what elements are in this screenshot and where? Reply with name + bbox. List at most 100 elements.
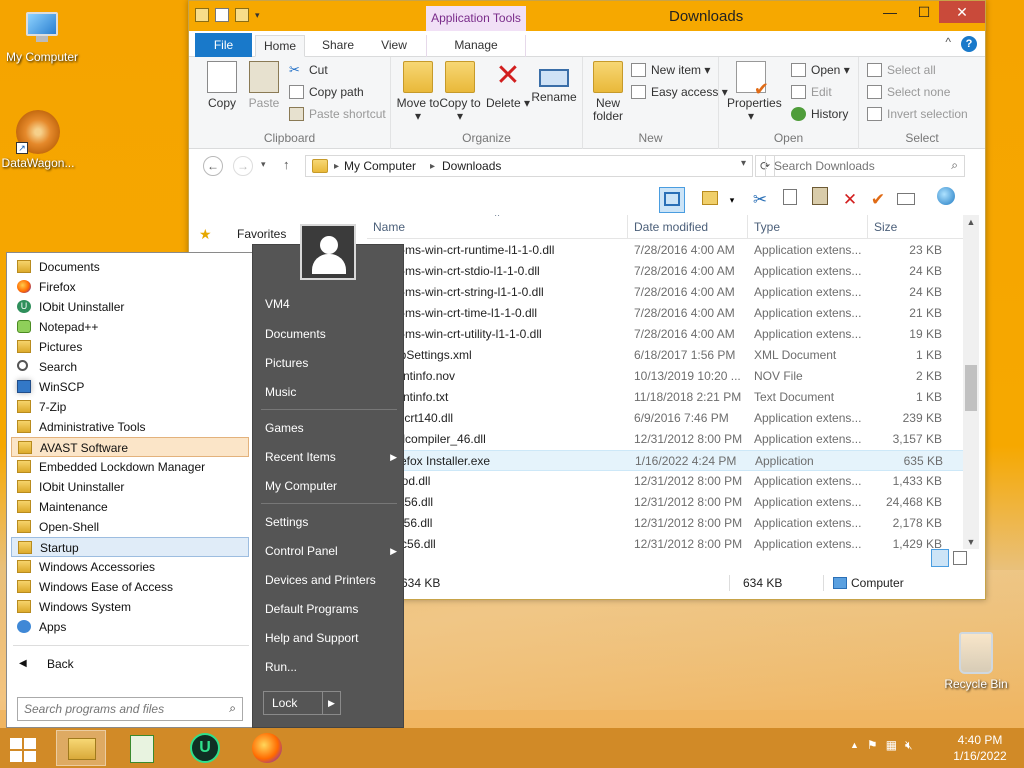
start-my-computer[interactable]: My Computer — [265, 475, 397, 497]
move-to-button[interactable]: Move to ▾ — [395, 61, 441, 123]
breadcrumb-my-computer[interactable]: My Computer — [344, 159, 416, 173]
tab-file[interactable]: File — [195, 33, 252, 57]
start-program-item[interactable]: Notepad++ — [11, 317, 249, 337]
search-input[interactable] — [766, 156, 966, 176]
lock-button[interactable]: Lock ▶ — [263, 691, 341, 715]
network-globe-icon[interactable] — [933, 187, 959, 213]
network-icon[interactable]: ▦ — [886, 738, 897, 753]
desktop-icon-recycle-bin[interactable]: Recycle Bin — [934, 632, 1018, 691]
start-program-item[interactable]: Embedded Lockdown Manager — [11, 457, 249, 477]
copy-to-button[interactable]: Copy to ▾ — [437, 61, 483, 123]
action-center-flag-icon[interactable]: ⚑ — [867, 738, 878, 753]
desktop-icon-my-computer[interactable]: My Computer — [0, 12, 84, 64]
file-row[interactable]: concrt140.dll 6/9/2016 7:46 PM Application… — [367, 408, 967, 429]
start-program-item[interactable]: IObit Uninstaller — [11, 477, 249, 497]
cut-icon[interactable]: ✂ — [747, 187, 773, 213]
back-button[interactable]: ◀ Back — [19, 657, 74, 671]
up-arrow-icon[interactable]: ↑ — [283, 157, 290, 172]
scroll-down-icon[interactable]: ▼ — [963, 537, 979, 547]
select-none-button[interactable]: Select none — [867, 83, 950, 101]
start-search-input[interactable] — [18, 698, 218, 720]
nav-favorites[interactable]: Favorites — [237, 227, 286, 241]
delete-button[interactable]: ✕ Delete ▾ — [485, 61, 531, 110]
history-button[interactable]: History — [791, 105, 848, 123]
forward-arrow-icon[interactable]: → — [233, 156, 253, 176]
start-program-item[interactable]: U IObit Uninstaller — [11, 297, 249, 317]
new-item-button[interactable]: New item ▾ — [631, 61, 710, 79]
start-program-item[interactable]: Apps — [11, 617, 249, 637]
tab-share[interactable]: Share — [313, 35, 363, 57]
taskbar-clock[interactable]: 4:40 PM 1/16/2022 — [940, 732, 1020, 764]
file-row[interactable]: d3dcompiler_46.dll 12/31/2012 8:00 PM Appl… — [367, 429, 967, 450]
show-hidden-icons-chevron-icon[interactable]: ▲ — [850, 738, 859, 753]
file-row[interactable]: api-ms-win-crt-runtime-l1-1-0.dll 7/28/20… — [367, 240, 967, 261]
file-list-scrollbar[interactable]: ▲ ▼ — [963, 215, 979, 549]
email-icon[interactable] — [893, 187, 919, 213]
start-program-item[interactable]: WinSCP — [11, 377, 249, 397]
start-program-item[interactable]: Windows Accessories — [11, 557, 249, 577]
lock-options-arrow-icon[interactable]: ▶ — [322, 692, 340, 714]
column-type[interactable]: Type — [754, 220, 780, 234]
user-avatar[interactable] — [300, 224, 356, 280]
start-program-item[interactable]: 7-Zip — [11, 397, 249, 417]
taskbar-file-explorer[interactable] — [56, 730, 106, 766]
file-row[interactable]: api-ms-win-crt-string-l1-1-0.dll 7/28/201… — [367, 282, 967, 303]
column-name[interactable]: Name — [373, 220, 405, 234]
start-program-item[interactable]: Maintenance — [11, 497, 249, 517]
file-row[interactable]: Firefox Installer.exe 1/16/2022 4:24 PM Ap… — [367, 450, 967, 471]
file-row[interactable]: AppSettings.xml 6/18/2017 1:56 PM XML Docu… — [367, 345, 967, 366]
cut-button[interactable]: ✂ Cut — [289, 61, 328, 79]
customize-qa-chevron-icon[interactable]: ▾ — [255, 10, 260, 21]
start-games[interactable]: Games — [265, 417, 397, 439]
file-row[interactable]: iudt56.dll 12/31/2012 8:00 PM Application … — [367, 492, 967, 513]
delete-icon[interactable]: ✕ — [837, 187, 863, 213]
start-program-item[interactable]: Administrative Tools — [11, 417, 249, 437]
toolbar-dropdown-chevron-icon[interactable]: ▾ — [719, 187, 745, 213]
start-control-panel[interactable]: Control Panel ▶ — [265, 540, 397, 562]
taskbar-iobit-uninstaller[interactable]: U — [180, 730, 230, 766]
folder-icon[interactable] — [195, 8, 209, 22]
start-program-item[interactable]: Search — [11, 357, 249, 377]
user-name[interactable]: VM4 — [265, 293, 397, 315]
start-music[interactable]: Music — [265, 381, 397, 403]
breadcrumb-downloads[interactable]: Downloads — [442, 159, 501, 173]
start-default-programs[interactable]: Default Programs — [265, 598, 397, 620]
tab-home[interactable]: Home — [255, 35, 305, 57]
file-row[interactable]: iuin56.dll 12/31/2012 8:00 PM Application … — [367, 513, 967, 534]
start-program-item[interactable]: Documents — [11, 257, 249, 277]
select-all-button[interactable]: Select all — [867, 61, 936, 79]
column-size[interactable]: Size — [874, 220, 897, 234]
file-row[interactable]: iuuc56.dll 12/31/2012 8:00 PM Application … — [367, 534, 967, 555]
easy-access-button[interactable]: Easy access ▾ — [631, 83, 728, 101]
copy-button[interactable]: Copy — [199, 61, 245, 110]
details-view-icon[interactable] — [931, 549, 949, 567]
large-icons-view-icon[interactable] — [953, 551, 967, 565]
preview-pane-icon[interactable] — [659, 187, 685, 213]
file-row[interactable]: api-ms-win-crt-utility-l1-1-0.dll 7/28/20… — [367, 324, 967, 345]
tab-view[interactable]: View — [369, 35, 419, 57]
recent-locations-chevron-icon[interactable]: ▾ — [261, 159, 266, 170]
start-program-item[interactable]: Windows System — [11, 597, 249, 617]
copy-icon[interactable] — [777, 187, 803, 213]
volume-muted-icon[interactable]: 🔇︎ — [905, 738, 913, 753]
back-arrow-icon[interactable]: ← — [203, 156, 223, 176]
address-dropdown-chevron-icon[interactable]: ▾ — [741, 158, 746, 169]
desktop-icon-datawagon[interactable]: ↗ DataWagon... — [0, 110, 80, 170]
start-help-support[interactable]: Help and Support — [265, 627, 397, 649]
properties-icon[interactable] — [215, 8, 229, 22]
help-icon[interactable]: ? — [961, 36, 977, 52]
start-program-item[interactable]: Open-Shell — [11, 517, 249, 537]
start-program-item[interactable]: Startup — [11, 537, 249, 557]
close-button[interactable]: ✕ — [939, 1, 985, 23]
file-row[interactable]: hmod.dll 12/31/2012 8:00 PM Application ex… — [367, 471, 967, 492]
start-run[interactable]: Run... — [265, 656, 397, 678]
copy-path-button[interactable]: Copy path — [289, 83, 364, 101]
edit-button[interactable]: Edit — [791, 83, 832, 101]
new-folder-button[interactable]: New folder — [585, 61, 631, 123]
file-row[interactable]: api-ms-win-crt-time-l1-1-0.dll 7/28/2016 … — [367, 303, 967, 324]
start-program-item[interactable]: AVAST Software — [11, 437, 249, 457]
search-icon[interactable]: ⌕ — [229, 701, 236, 716]
maximize-button[interactable]: ☐ — [907, 1, 941, 23]
minimize-button[interactable]: — — [873, 1, 907, 23]
collapse-ribbon-chevron-icon[interactable]: ^ — [945, 35, 951, 49]
